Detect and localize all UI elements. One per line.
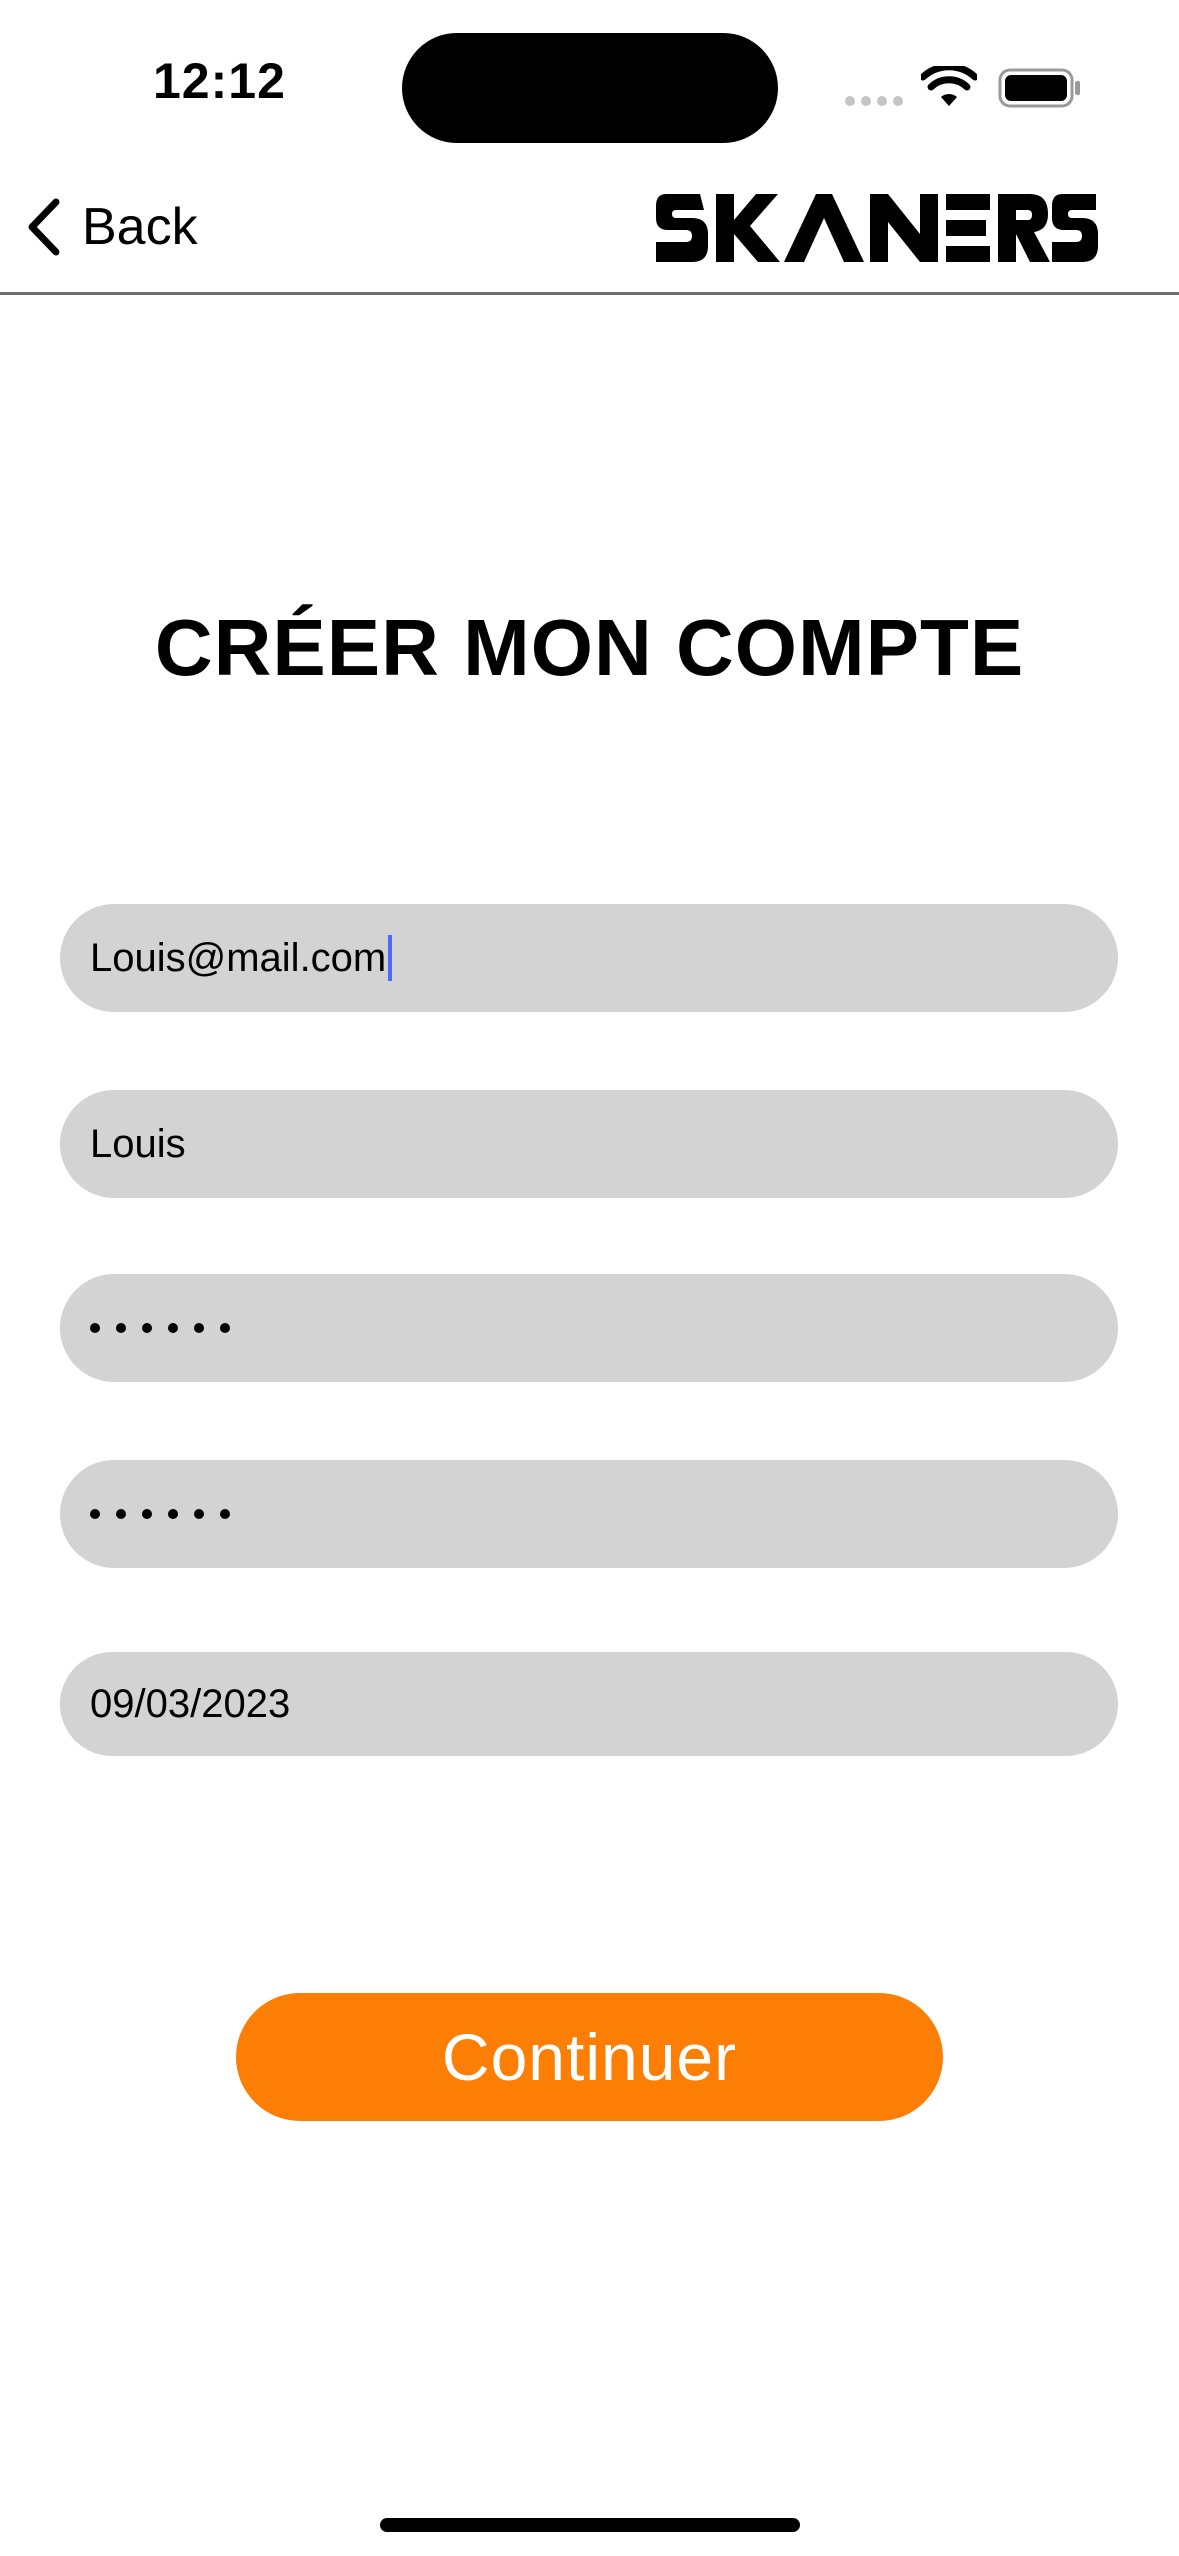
- nav-divider: [0, 292, 1179, 295]
- password-dot: [90, 1509, 100, 1519]
- text-cursor: [388, 935, 393, 981]
- battery-icon: [998, 68, 1080, 108]
- confirm-password-dots: [90, 1509, 230, 1519]
- password-dot: [142, 1323, 152, 1333]
- password-dots: [90, 1323, 230, 1333]
- password-field[interactable]: [60, 1274, 1118, 1382]
- dynamic-island: [402, 33, 778, 143]
- email-value: Louis@mail.com: [90, 935, 387, 980]
- skaners-logo: [656, 194, 1098, 262]
- home-indicator[interactable]: [380, 2518, 800, 2532]
- password-dot: [168, 1509, 178, 1519]
- confirm-password-field[interactable]: [60, 1460, 1118, 1568]
- password-dot: [90, 1323, 100, 1333]
- continue-button[interactable]: Continuer: [236, 1993, 943, 2121]
- wifi-icon: [921, 66, 977, 106]
- password-dot: [220, 1323, 230, 1333]
- back-label: Back: [82, 198, 198, 256]
- password-dot: [168, 1323, 178, 1333]
- name-value: Louis: [90, 1121, 186, 1166]
- chevron-left-icon: [28, 198, 60, 256]
- status-time: 12:12: [153, 53, 286, 109]
- password-dot: [220, 1509, 230, 1519]
- cellular-signal-icon: [845, 96, 903, 106]
- password-dot: [116, 1323, 126, 1333]
- password-dot: [194, 1509, 204, 1519]
- password-dot: [194, 1323, 204, 1333]
- page-title: CRÉER MON COMPTE: [154, 603, 1025, 692]
- name-field[interactable]: Louis: [60, 1090, 1118, 1198]
- password-dot: [116, 1509, 126, 1519]
- email-field[interactable]: Louis@mail.com: [60, 904, 1118, 1012]
- password-dot: [142, 1509, 152, 1519]
- signup-screen: 12:12 Back CRÉER MON COMPTE Louis@mail.c…: [0, 0, 1179, 2556]
- back-button[interactable]: Back: [24, 192, 198, 262]
- birthdate-value: 09/03/2023: [90, 1681, 291, 1726]
- birthdate-field[interactable]: 09/03/2023: [60, 1652, 1118, 1756]
